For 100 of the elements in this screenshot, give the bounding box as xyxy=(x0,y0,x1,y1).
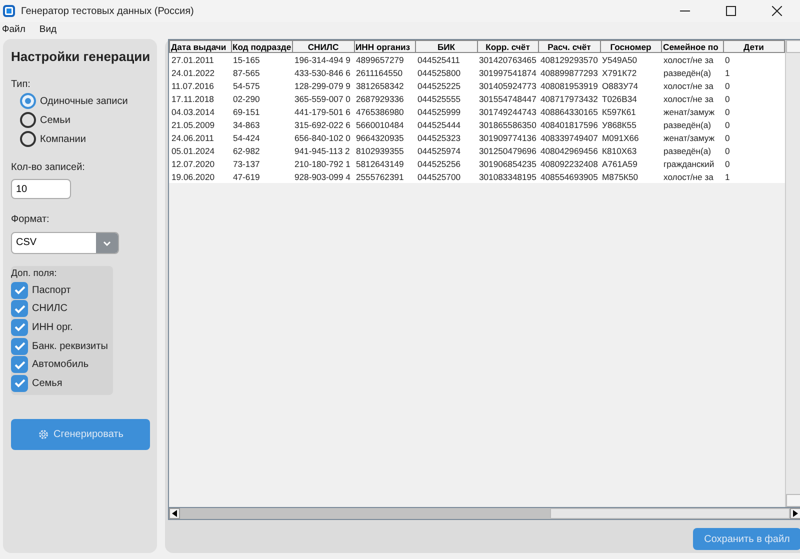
table-cell: 0 xyxy=(723,144,784,157)
radio-option[interactable]: Компании xyxy=(20,131,149,147)
table-cell: 128-299-079 9 xyxy=(292,79,354,92)
table-cell: 34-863 xyxy=(231,118,292,131)
table-cell: О883У74 xyxy=(600,79,662,92)
table-cell: 301420763465 xyxy=(477,52,538,66)
table-cell: разведён(а) xyxy=(662,66,723,79)
checkmark-icon xyxy=(14,304,26,314)
checkbox-option[interactable]: Паспорт xyxy=(11,281,113,300)
column-header[interactable]: Дата выдачи xyxy=(170,40,231,52)
extras-label: Доп. поля: xyxy=(11,268,58,279)
table-cell: 24.06.2011 xyxy=(170,131,231,144)
table-cell: 4899657279 xyxy=(354,52,416,66)
table-cell: 87-565 xyxy=(231,66,292,79)
table-cell: 408092232408 xyxy=(538,157,600,170)
scroll-thumb[interactable] xyxy=(180,508,550,519)
scroll-left-icon[interactable] xyxy=(169,508,180,519)
table-cell: холост/не за xyxy=(662,79,723,92)
table-cell: 17.11.2018 xyxy=(170,92,231,105)
table-cell: 301250479696 xyxy=(477,144,538,157)
panel-title: Настройки генерации xyxy=(11,49,149,64)
table-cell: 315-692-022 6 xyxy=(292,118,354,131)
table-cell: 928-903-099 4 xyxy=(292,170,354,183)
column-header[interactable]: Семейное по xyxy=(662,40,723,52)
gear-icon xyxy=(38,428,49,440)
table-cell: разведён(а) xyxy=(662,118,723,131)
table-cell: 408899877293 xyxy=(538,66,600,79)
table-cell: 0 xyxy=(723,118,784,131)
column-header[interactable]: Корр. счёт xyxy=(477,40,538,52)
table-cell: 0 xyxy=(723,92,784,105)
table-cell: 2555762391 xyxy=(354,170,416,183)
checkmark-icon xyxy=(14,360,26,370)
column-header[interactable]: БИК xyxy=(416,40,477,52)
table-cell: 408081953919 xyxy=(538,79,600,92)
table-cell: 408339749407 xyxy=(538,131,600,144)
column-header[interactable]: ИНН организ xyxy=(354,40,416,52)
table-cell: А761А59 xyxy=(600,157,662,170)
count-field[interactable]: 10 xyxy=(11,179,71,199)
table-cell: 0 xyxy=(723,105,784,118)
horizontal-scrollbar[interactable] xyxy=(169,507,800,519)
table-cell: 1 xyxy=(723,170,784,183)
table-cell: холост/не за xyxy=(662,92,723,105)
checkmark-icon xyxy=(14,378,26,388)
menu-item[interactable]: Файл xyxy=(2,24,26,34)
table-cell: 12.07.2020 xyxy=(170,157,231,170)
column-header[interactable]: Код подразде xyxy=(231,40,292,52)
checkbox-option[interactable]: Автомобиль xyxy=(11,355,113,374)
table-cell: 54-575 xyxy=(231,79,292,92)
table-cell: 5660010484 xyxy=(354,118,416,131)
table-cell: 21.05.2009 xyxy=(170,118,231,131)
format-dropdown[interactable]: CSV xyxy=(11,232,119,254)
checkbox-option[interactable]: СНИЛС xyxy=(11,300,113,318)
column-header[interactable]: СНИЛС xyxy=(292,40,354,52)
table-cell: 408554693905 xyxy=(538,170,600,183)
radio-option[interactable]: Семьи xyxy=(20,112,149,128)
table-cell: 54-424 xyxy=(231,131,292,144)
table-cell: 196-314-494 9 xyxy=(292,52,354,66)
table-cell: 5812643149 xyxy=(354,157,416,170)
table-cell: холост/не за xyxy=(662,170,723,183)
checkbox-option[interactable]: Банк. реквизиты xyxy=(11,336,113,356)
table-cell: 365-559-007 0 xyxy=(292,92,354,105)
type-label: Тип: xyxy=(11,79,32,90)
checkbox-option[interactable]: ИНН орг. xyxy=(11,318,113,337)
table-cell: 044525999 xyxy=(416,105,477,118)
table-cell: 408129293570 xyxy=(538,52,600,66)
table-cell: 044525700 xyxy=(416,170,477,183)
scroll-right-icon[interactable] xyxy=(790,508,800,519)
table-cell: холост/не за xyxy=(662,52,723,66)
table-cell: У868К55 xyxy=(600,118,662,131)
table-cell: 301997541874 xyxy=(477,66,538,79)
table-cell: 15-165 xyxy=(231,52,292,66)
table-cell: 301906854235 xyxy=(477,157,538,170)
table-cell: 62-982 xyxy=(231,144,292,157)
menu-item[interactable]: Вид xyxy=(39,24,57,34)
table-cell: 04.03.2014 xyxy=(170,105,231,118)
table-cell: 05.01.2024 xyxy=(170,144,231,157)
format-label: Формат: xyxy=(11,214,50,225)
table-cell: 301749244743 xyxy=(477,105,538,118)
table-cell: 69-151 xyxy=(231,105,292,118)
table-cell: 0 xyxy=(723,131,784,144)
table-cell: 044525225 xyxy=(416,79,477,92)
vertical-scrollbar[interactable] xyxy=(785,40,800,507)
column-header[interactable]: Дети xyxy=(723,40,784,52)
table-cell: 1 xyxy=(723,66,784,79)
radio-option[interactable]: Одиночные записи xyxy=(20,93,149,109)
maximize-icon xyxy=(726,6,736,16)
table-cell: 301865586350 xyxy=(477,118,538,131)
table-cell: 433-530-846 6 xyxy=(292,66,354,79)
table-cell: 044525411 xyxy=(416,52,477,66)
column-header[interactable]: Госномер xyxy=(600,40,662,52)
table-cell: 4765386980 xyxy=(354,105,416,118)
table-cell: 2687929336 xyxy=(354,92,416,105)
table-cell: 02-290 xyxy=(231,92,292,105)
column-header[interactable]: Расч. счёт xyxy=(538,40,600,52)
table-cell: 044525800 xyxy=(416,66,477,79)
checkbox-option[interactable]: Семья xyxy=(11,374,113,393)
table-cell: 408401817596 xyxy=(538,118,600,131)
table-cell: разведён(а) xyxy=(662,144,723,157)
table-cell: У549А50 xyxy=(600,52,662,66)
table-cell: 301554748447 xyxy=(477,92,538,105)
